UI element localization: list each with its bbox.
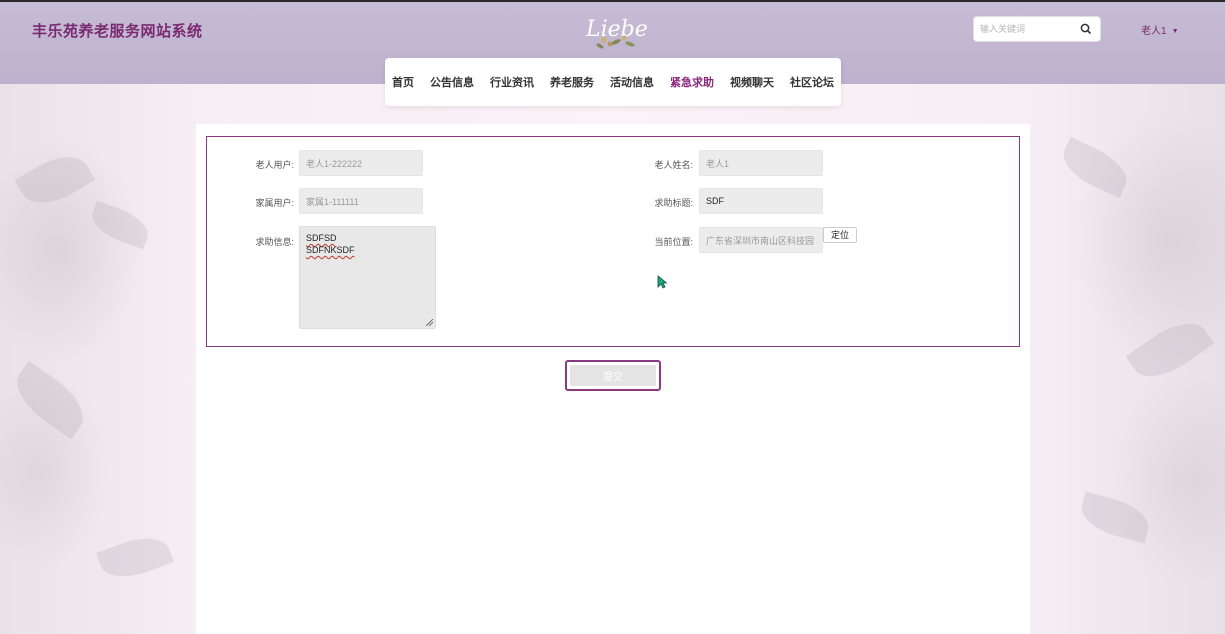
location-field[interactable] [699,227,823,253]
elder-name-label: 老人姓名: [654,160,693,170]
nav-item-emergency-help[interactable]: 紧急求助 [670,74,714,90]
family-user-label: 家属用户: [255,198,294,208]
elder-user-field[interactable] [299,150,423,176]
decorative-leaf [96,529,174,586]
decorative-leaf [1055,136,1135,199]
search-icon[interactable] [1080,23,1092,35]
resize-grip-icon[interactable] [426,319,433,326]
help-info-label: 求助信息: [255,237,294,247]
user-menu[interactable]: 老人1 ▼ [1141,22,1179,37]
nav-item-activities[interactable]: 活动信息 [610,74,654,90]
logo[interactable]: Liebe [580,8,648,52]
elder-user-label: 老人用户: [255,160,294,170]
logo-text: Liebe [585,17,648,42]
main-nav: 首页 公告信息 行业资讯 养老服务 活动信息 紧急求助 视频聊天 社区论坛 [385,58,841,106]
caret-down-icon: ▼ [1171,28,1179,35]
family-user-field[interactable] [299,188,423,214]
nav-item-announcements[interactable]: 公告信息 [430,74,474,90]
user-name: 老人1 [1141,26,1167,37]
mouse-pointer-icon [657,275,667,289]
main-content: 老人用户: 家属用户: 求助信息: SDFSD SDFNKSDF 老人姓名: 求… [196,124,1030,634]
decorative-leaf [14,145,96,215]
search-input[interactable] [980,22,1076,36]
decorative-leaf [86,200,154,250]
submit-button[interactable]: 提交 [565,360,661,391]
nav-item-video-chat[interactable]: 视频聊天 [730,74,774,90]
help-title-label: 求助标题: [654,198,693,208]
help-info-line: SDFNKSDF [306,245,355,255]
decorative-leaf [1076,491,1154,544]
help-info-line: SDFSD [306,233,337,243]
locate-button[interactable]: 定位 [823,227,858,243]
search-box[interactable] [973,16,1101,42]
elder-name-field[interactable] [699,150,823,176]
nav-item-home[interactable]: 首页 [392,74,414,90]
site-title[interactable]: 丰乐苑养老服务网站系统 [32,20,203,41]
help-info-textarea[interactable]: SDFSD SDFNKSDF [299,226,436,329]
emergency-help-form: 老人用户: 家属用户: 求助信息: SDFSD SDFNKSDF 老人姓名: 求… [206,136,1020,347]
nav-item-community-forum[interactable]: 社区论坛 [790,74,834,90]
help-title-field[interactable] [699,188,823,214]
decorative-leaf [5,360,95,440]
nav-item-elderly-services[interactable]: 养老服务 [550,74,594,90]
nav-item-industry-news[interactable]: 行业资讯 [490,74,534,90]
submit-button-label: 提交 [570,365,656,386]
decorative-leaf [1125,310,1215,390]
location-label: 当前位置: [654,237,693,247]
